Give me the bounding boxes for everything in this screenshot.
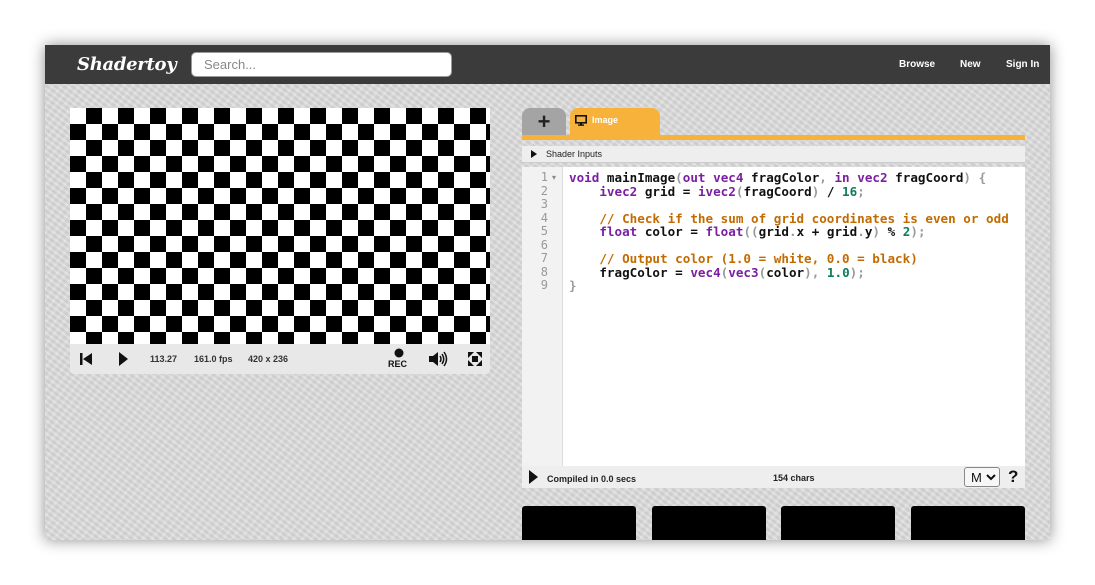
code-line: fragColor = vec4(vec3(color), 1.0); [569,264,865,280]
fold-arrow-icon[interactable]: ▾ [552,173,556,182]
sign-in-link[interactable]: Sign In [1006,59,1039,70]
rec-label: REC [388,359,408,369]
editor-status-bar: Compiled in 0.0 secs 154 chars M ? [522,466,1025,488]
time-readout: 113.27 [150,354,178,364]
tab-underline [522,135,1025,140]
tab-image-label: Image [592,115,619,125]
top-bar: Shadertoy Browse New Sign In [45,45,1050,84]
monitor-icon [575,115,587,126]
compile-play-icon [529,470,538,484]
code-editor[interactable]: 1 ▾ 2 3 4 5 6 7 8 9 void mainImage(out v… [522,167,1025,466]
code-line: } [569,278,577,293]
shader-thumbnail[interactable] [781,506,895,540]
new-link[interactable]: New [960,59,981,70]
volume-icon[interactable] [428,351,448,367]
compile-status: Compiled in 0.0 secs [547,474,637,484]
app-window: Shadertoy Browse New Sign In 113.27 161.… [45,45,1050,540]
browse-link[interactable]: Browse [899,59,935,70]
line-number: 2 [540,183,548,198]
player-controls: 113.27 161.0 fps 420 x 236 REC [70,344,490,374]
help-button[interactable]: ? [1008,467,1018,487]
record-icon [394,348,404,358]
line-number: 7 [540,251,548,265]
line-number: 1 [540,170,548,184]
code-line: // Check if the sum of grid coordinates … [599,210,1009,226]
code-line: float color = float((grid.x + grid.y) % … [599,224,926,239]
line-number: 9 [540,278,548,292]
shader-thumbnail[interactable] [652,506,766,540]
add-tab-button[interactable]: + [522,108,566,136]
resolution-readout: 420 x 236 [248,354,289,364]
record-button[interactable]: REC [388,348,410,372]
expand-arrow-icon [531,150,537,158]
tab-image[interactable]: Image [570,108,660,136]
line-number: 3 [540,197,548,211]
shader-inputs-toggle[interactable]: Shader Inputs [522,146,1025,163]
shader-canvas[interactable] [70,108,490,344]
code-line: // Output color (1.0 = white, 0.0 = blac… [599,251,918,266]
rewind-icon[interactable] [80,352,93,366]
shader-inputs-label: Shader Inputs [546,149,603,159]
fps-readout: 161.0 fps [194,354,233,364]
line-number: 5 [540,224,548,238]
compile-button[interactable] [529,470,541,484]
editor-mode-select[interactable]: M [964,467,1000,487]
char-count: 154 chars [773,473,815,483]
line-number-gutter: 1 ▾ 2 3 4 5 6 7 8 9 [522,167,563,466]
line-number: 6 [540,237,548,252]
shadertoy-logo[interactable]: Shadertoy [77,54,177,75]
play-icon[interactable] [118,352,128,366]
shader-thumbnail[interactable] [522,506,636,540]
code-line: void mainImage(out vec4 fragColor, in ve… [569,170,987,185]
line-number: 4 [540,210,548,225]
code-line: ivec2 grid = ivec2(fragCoord) / 16; [599,183,865,199]
fullscreen-icon[interactable] [468,352,482,366]
shader-thumbnail[interactable] [911,506,1025,540]
line-number: 8 [540,264,548,279]
search-input[interactable] [191,52,452,77]
